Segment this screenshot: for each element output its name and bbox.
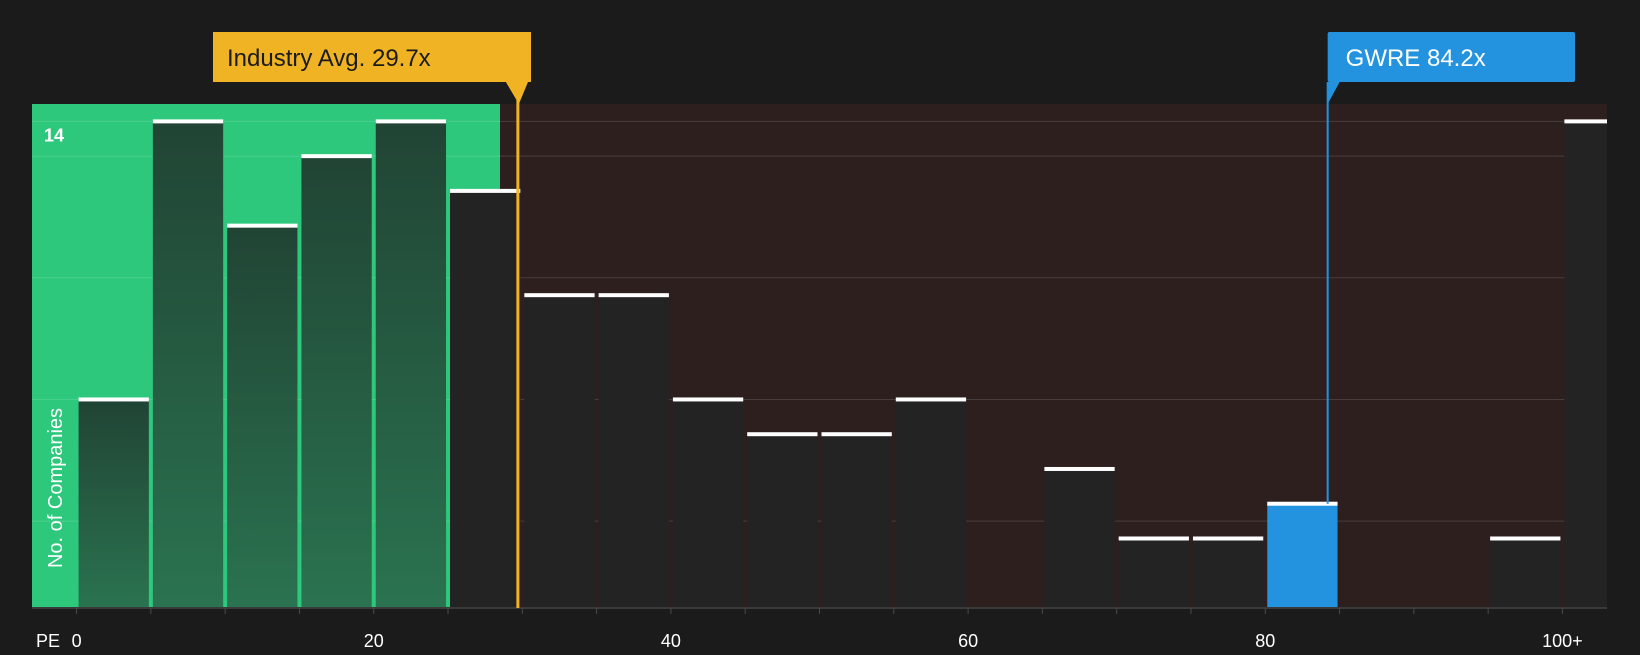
y-tick-label: 14 — [44, 125, 64, 145]
pe-distribution-chart: 14 0 20 40 60 80 100+ Industry Avg. 29.7x GWRE… — [0, 0, 1640, 651]
bar — [672, 399, 744, 608]
bar — [895, 399, 967, 608]
bar-cap — [78, 397, 149, 402]
bar-cap — [152, 119, 224, 124]
bar-cap — [821, 432, 892, 437]
bar — [1118, 538, 1189, 608]
bar-cap — [1192, 536, 1264, 541]
bar — [450, 190, 521, 608]
bar-cap — [895, 397, 967, 402]
bar-cap — [375, 119, 447, 124]
company-callout-pointer — [1327, 82, 1340, 104]
bar — [375, 121, 447, 609]
bar-cap — [1564, 119, 1607, 124]
bar-cap — [1118, 536, 1189, 541]
bar — [227, 225, 298, 609]
bar-cap — [747, 432, 818, 437]
y-axis-label: No. of Companies — [45, 408, 67, 568]
bar — [1267, 503, 1338, 608]
company-label: GWRE 84.2x — [1346, 45, 1486, 72]
x-tick-label: 0 — [72, 631, 82, 650]
bar-cap — [1044, 466, 1115, 471]
bar — [78, 399, 149, 608]
industry-avg-label: Industry Avg. 29.7x — [227, 45, 431, 72]
bar — [821, 434, 892, 608]
bar-cap — [450, 188, 521, 193]
bar — [152, 121, 224, 609]
x-axis: 0 20 40 60 80 100+ — [32, 607, 1607, 651]
bar-cap — [227, 223, 298, 228]
bar — [747, 434, 818, 608]
x-tick-label: 80 — [1255, 631, 1275, 650]
chart-svg: 14 0 20 40 60 80 100+ Industry Avg. 29.7x GWRE… — [32, 32, 1607, 651]
bar — [1490, 538, 1561, 608]
x-tick-label: 40 — [661, 631, 681, 650]
x-tick-label: 20 — [364, 631, 384, 650]
bar-cap — [598, 293, 669, 298]
bar-cap — [1490, 536, 1561, 541]
bar — [1564, 121, 1607, 609]
bar-cap — [524, 293, 595, 298]
bar-cap — [672, 397, 744, 402]
bar — [598, 295, 669, 608]
x-tick-label: 60 — [958, 631, 978, 650]
bar — [524, 295, 595, 608]
bar — [1192, 538, 1264, 608]
bar — [1044, 468, 1115, 608]
x-tick-label: 100+ — [1542, 631, 1583, 650]
bar — [301, 156, 372, 608]
bar-cap — [301, 154, 372, 159]
x-axis-label: PE — [36, 631, 60, 650]
